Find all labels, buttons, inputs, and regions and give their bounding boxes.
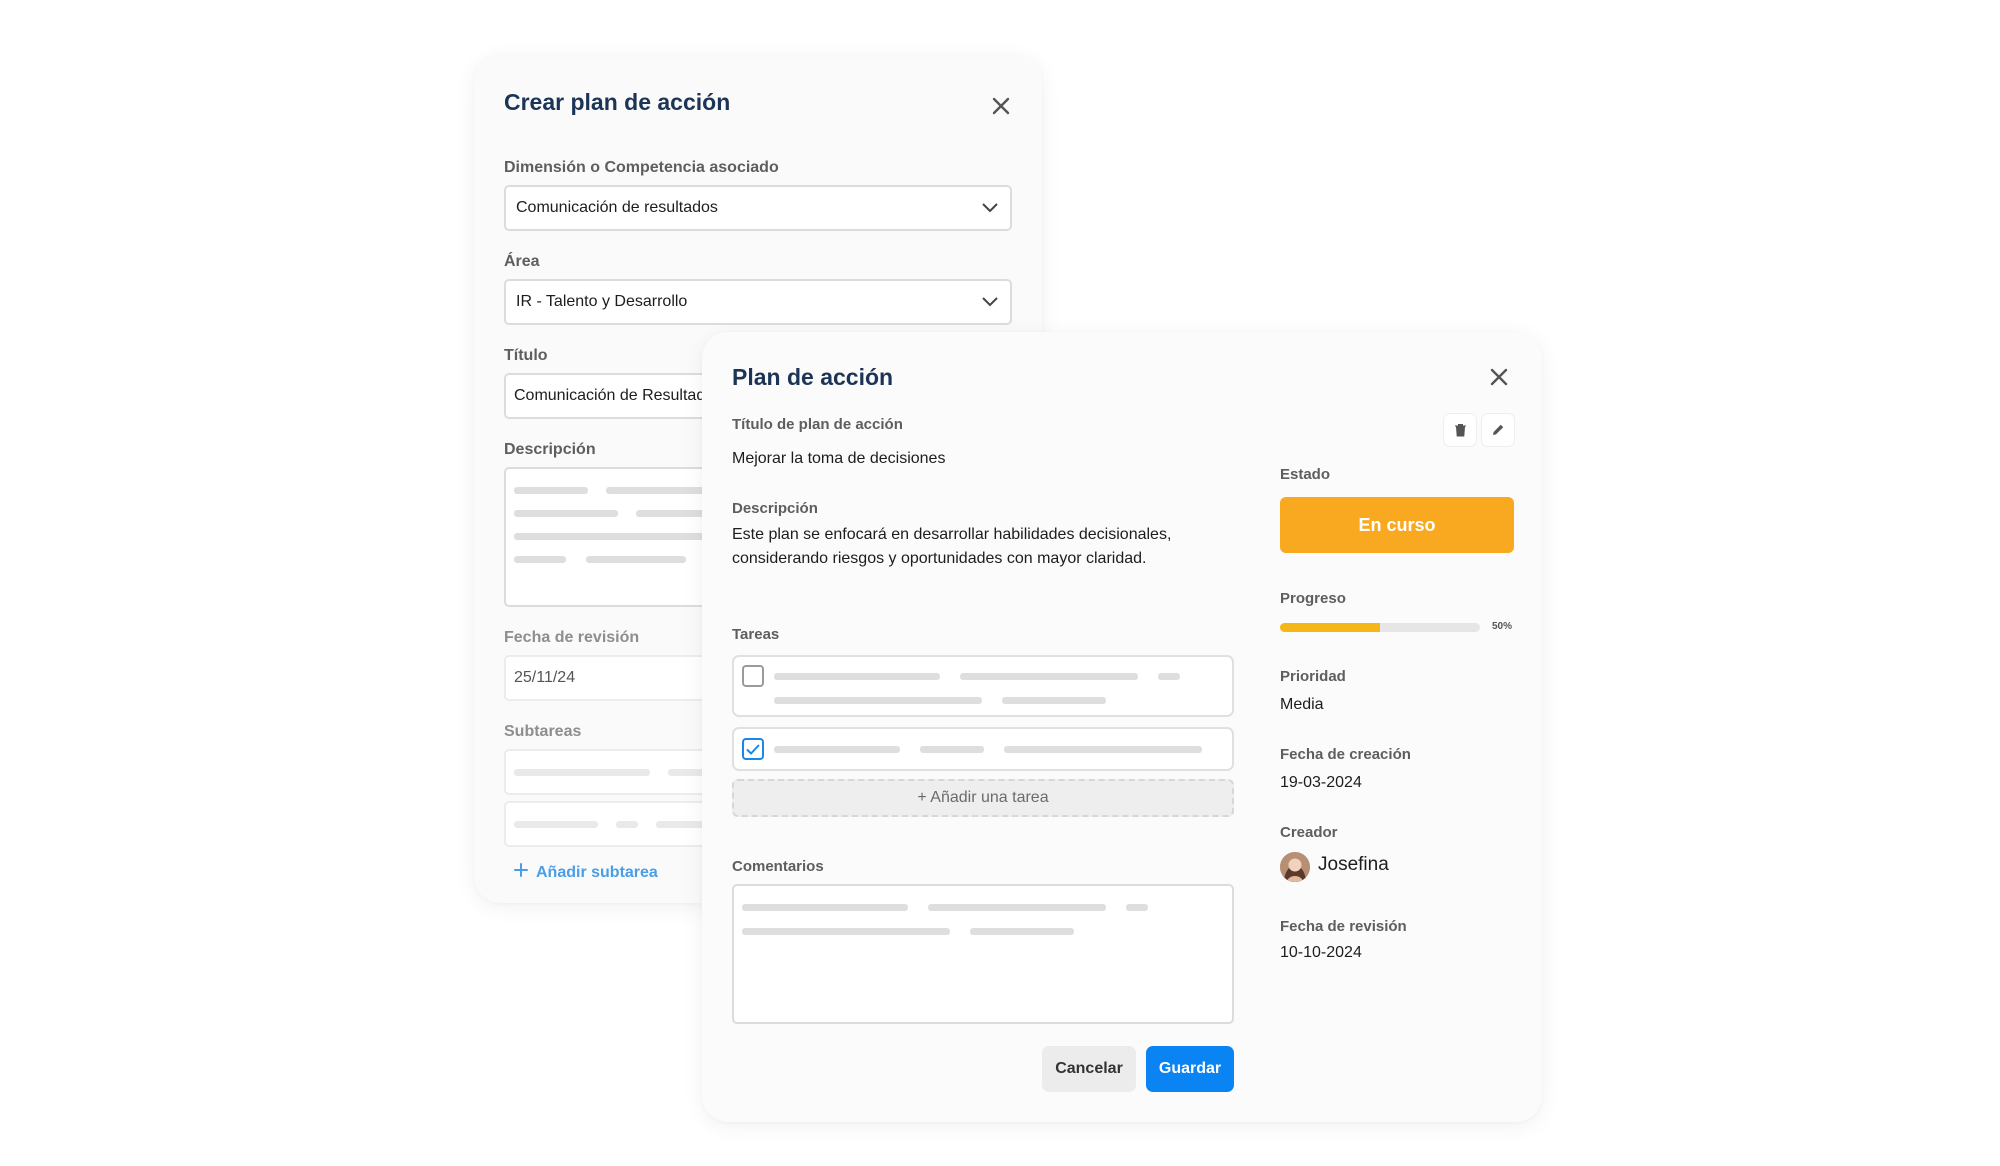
priority-label: Prioridad [1280,668,1346,685]
text-placeholder-line [970,928,1074,935]
plan-title-label: Título de plan de acción [732,416,903,433]
area-select[interactable]: IR - Talento y Desarrollo [504,279,1012,325]
review-date-value: 10-10-2024 [1280,944,1362,961]
text-placeholder-line [774,673,940,680]
plus-icon [514,863,528,882]
created-date-label: Fecha de creación [1280,746,1411,763]
subtasks-label: Subtareas [504,723,582,740]
text-placeholder-line [606,487,706,494]
text-placeholder-line [742,904,908,911]
text-placeholder-line [514,487,588,494]
add-subtask-label: Añadir subtarea [536,863,658,881]
text-placeholder-line [920,746,984,753]
text-placeholder-line [1158,673,1180,680]
task-item[interactable] [732,727,1234,771]
text-placeholder-line [1126,904,1148,911]
action-plan-dialog: Plan de acción Título de plan de acción … [702,332,1542,1122]
progress-bar [1280,623,1480,632]
plan-title-value: Mejorar la toma de decisiones [732,450,946,467]
comments-textarea[interactable] [732,884,1234,1024]
text-placeholder-line [742,928,950,935]
edit-button[interactable] [1482,414,1514,446]
chevron-down-icon [982,297,998,307]
status-label: Estado [1280,466,1331,483]
status-badge[interactable]: En curso [1280,497,1514,553]
review-date-value: 25/11/24 [514,669,576,686]
close-icon[interactable] [1484,362,1514,392]
review-date-label: Fecha de revisión [504,629,640,646]
tasks-label: Tareas [732,626,780,643]
area-label: Área [504,253,540,270]
dialog-title: Plan de acción [732,364,894,390]
trash-icon [1454,424,1466,437]
text-placeholder-line [928,904,1106,911]
text-placeholder-line [960,673,1138,680]
area-value: IR - Talento y Desarrollo [516,293,688,310]
review-date-label: Fecha de revisión [1280,918,1407,935]
text-placeholder-line [514,769,650,776]
text-placeholder-line [514,510,618,517]
text-placeholder-line [586,556,686,563]
dimension-select[interactable]: Comunicación de resultados [504,185,1012,231]
chevron-down-icon [982,203,998,213]
close-icon[interactable] [986,91,1016,121]
comments-label: Comentarios [732,858,824,875]
created-date-value: 19-03-2024 [1280,774,1362,791]
text-placeholder-line [1002,697,1106,704]
text-placeholder-line [616,821,638,828]
avatar [1280,852,1310,882]
add-subtask-button[interactable]: Añadir subtarea [514,863,658,882]
task-checkbox-checked[interactable] [742,738,764,760]
progress-label: Progreso [1280,590,1346,607]
title-value: Comunicación de Resultados [514,387,723,404]
text-placeholder-line [514,556,566,563]
description-label: Descripción [504,441,596,458]
text-placeholder-line [774,746,900,753]
title-label: Título [504,347,548,364]
progress-percent: 50% [1492,621,1513,632]
progress-fill [1280,623,1380,632]
creator-label: Creador [1280,824,1338,841]
text-placeholder-line [774,697,982,704]
text-placeholder-line [514,533,714,540]
delete-button[interactable] [1444,414,1476,446]
creator-name: Josefina [1318,854,1389,875]
add-task-button[interactable]: + Añadir una tarea [732,779,1234,817]
priority-value: Media [1280,696,1324,713]
description-label: Descripción [732,500,818,517]
pencil-icon [1493,424,1504,435]
cancel-button[interactable]: Cancelar [1042,1046,1136,1092]
description-line-2: considerando riesgos y oportunidades con… [732,550,1147,567]
dimension-label: Dimensión o Competencia asociado [504,159,779,176]
task-item[interactable] [732,655,1234,717]
description-line-1: Este plan se enfocará en desarrollar hab… [732,526,1172,543]
dialog-title: Crear plan de acción [504,89,731,115]
text-placeholder-line [1004,746,1202,753]
dimension-value: Comunicación de resultados [516,199,718,216]
save-button[interactable]: Guardar [1146,1046,1234,1092]
checkmark-icon [746,743,760,755]
text-placeholder-line [514,821,598,828]
task-checkbox[interactable] [742,665,764,687]
